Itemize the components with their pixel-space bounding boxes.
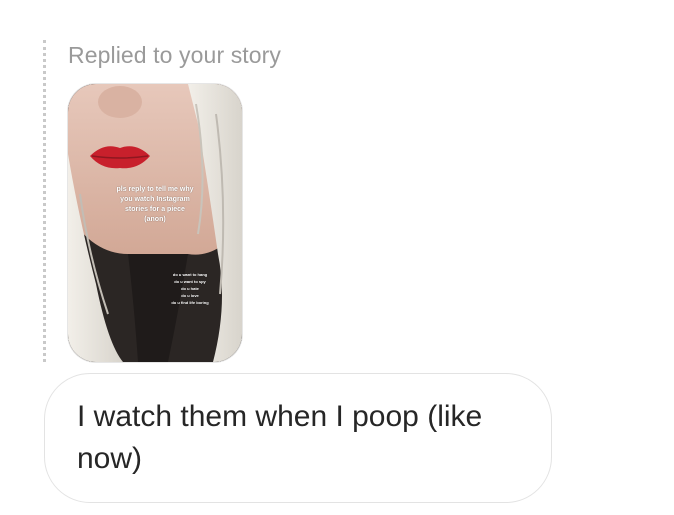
story-caption-line: you watch Instagram [120, 196, 190, 203]
story-option: do u want to hang [172, 272, 208, 277]
replied-to-story-label: Replied to your story [68, 42, 282, 68]
story-option: do u hate [181, 286, 199, 291]
story-thumbnail[interactable]: pls reply to tell me why you watch Insta… [68, 84, 242, 362]
story-caption-line: pls reply to tell me why [116, 186, 194, 193]
story-caption-line: (anon) [144, 216, 166, 223]
story-poll-options: do u want to hang do u want to spy do u … [160, 271, 220, 306]
reply-thread-line [43, 40, 46, 362]
message-bubble[interactable]: I watch them when I poop (like now) [44, 373, 552, 503]
story-option: do u want to spy [174, 279, 206, 284]
story-caption-line: stories for a piece [125, 206, 185, 213]
story-option: do u find life boring [171, 300, 209, 305]
message-text: I watch them when I poop (like now) [77, 400, 483, 475]
story-caption: pls reply to tell me why you watch Insta… [68, 185, 242, 225]
story-option: do u love [181, 293, 199, 298]
